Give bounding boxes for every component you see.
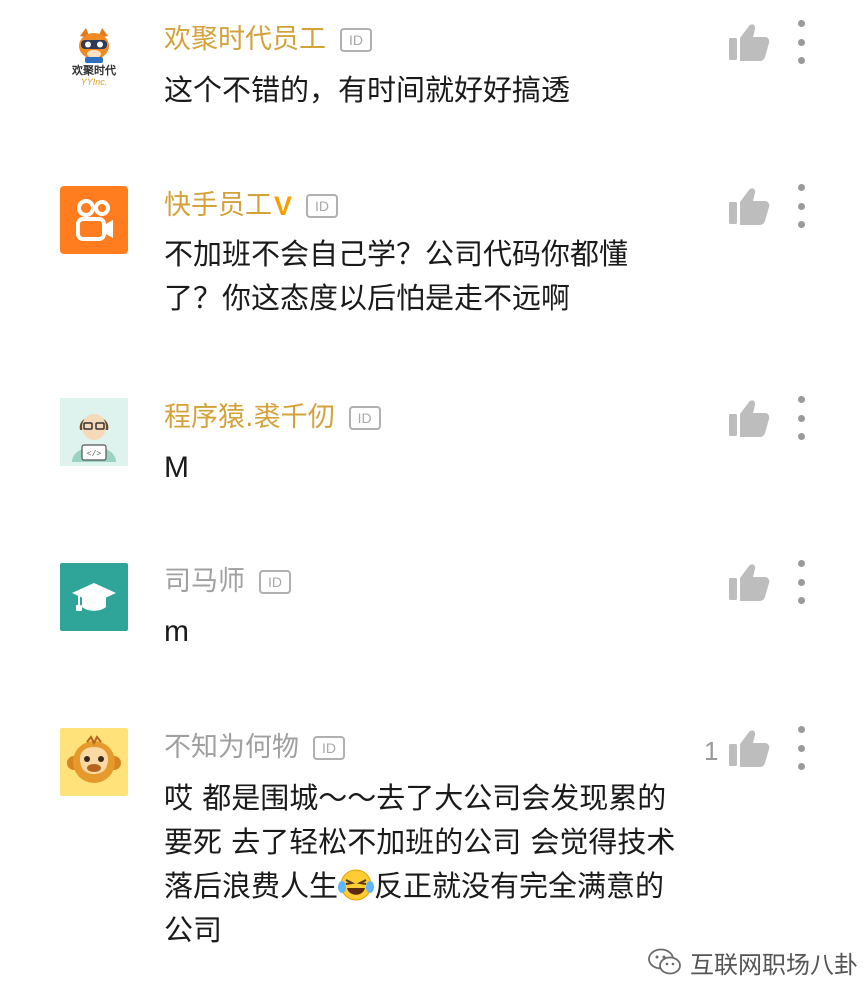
comment-fragment: 反正就没有完全满意的: [374, 869, 665, 903]
comment-text: 不加班不会自己学？公司代码你都懂 了？你这态度以后怕是走不远啊: [164, 232, 744, 320]
comment-header: 欢聚时代员工 ID: [164, 20, 372, 60]
comment-header: 程序猿.裘千仞 ID: [164, 398, 381, 438]
like-count: 1: [704, 736, 719, 766]
avatar[interactable]: 欢聚时代 YYInc.: [60, 22, 128, 90]
more-options-icon[interactable]: [794, 560, 808, 604]
comment-line: 哎 都是围城～～去了大公司会发现累的: [164, 781, 667, 815]
avatar[interactable]: </>: [60, 398, 128, 466]
comment-line: 要死 去了轻松不加班的公司 会觉得技术: [164, 825, 676, 859]
comment-text: m: [164, 615, 189, 648]
thumbs-up-icon[interactable]: [728, 22, 770, 62]
more-dot: [797, 202, 805, 210]
avatar-caption: 欢聚时代: [72, 63, 116, 77]
comment-fragment: 落后浪费人生: [164, 869, 339, 903]
username[interactable]: 欢聚时代员工: [164, 20, 326, 60]
more-dot: [797, 597, 805, 604]
comment-header: 快手员工 V ID: [164, 186, 339, 226]
id-badge: ID: [340, 28, 372, 52]
yy-company-logo-avatar-icon: [79, 27, 109, 63]
comment-text: M: [164, 451, 189, 484]
more-dot: [797, 184, 805, 191]
username[interactable]: 不知为何物: [164, 728, 299, 768]
more-options-icon[interactable]: [794, 20, 808, 64]
more-dot: [797, 396, 805, 403]
more-dot: [797, 20, 805, 27]
more-dot: [797, 560, 805, 567]
comment-line: 落后浪费人生 反正就没有完全满意的: [164, 864, 764, 908]
more-options-icon[interactable]: [794, 184, 808, 228]
more-dot: [797, 726, 805, 733]
id-badge: ID: [259, 570, 291, 594]
more-dot: [797, 763, 805, 770]
id-badge: ID: [313, 736, 345, 760]
thumbs-up-icon[interactable]: [728, 398, 770, 438]
comment-line: 不加班不会自己学？公司代码你都懂: [164, 237, 629, 271]
thumbs-up-icon[interactable]: [728, 562, 770, 602]
more-options-icon[interactable]: [794, 396, 808, 440]
comment-header: 不知为何物 ID: [164, 728, 345, 768]
comment-text: 哎 都是围城～～去了大公司会发现累的 要死 去了轻松不加班的公司 会觉得技术 落…: [164, 776, 764, 952]
username[interactable]: 程序猿.裘千仞: [164, 398, 335, 438]
avatar[interactable]: [60, 728, 128, 796]
more-dot: [797, 578, 805, 586]
avatar[interactable]: [60, 563, 128, 631]
watermark-text: 互联网职场八卦: [690, 950, 858, 979]
comment-text: 这个不错的，有时间就好好搞透: [164, 73, 571, 107]
id-badge: ID: [348, 406, 381, 430]
verified-badge: V: [274, 190, 293, 221]
more-options-icon[interactable]: [794, 726, 808, 770]
svg-text:</>: </>: [87, 450, 102, 459]
wechat-icon: [648, 948, 681, 975]
more-dot: [797, 221, 805, 228]
username[interactable]: 司马师: [164, 562, 245, 602]
comment-line: 了？你这态度以后怕是走不远啊: [164, 281, 571, 315]
more-dot: [797, 414, 805, 422]
laughing-tears-emoji-icon: [338, 869, 375, 901]
comment-header: 司马师 ID: [164, 562, 291, 602]
thumbs-up-icon[interactable]: [728, 186, 770, 226]
thumbs-up-icon[interactable]: [728, 728, 770, 768]
graduation-cap-avatar-icon: [72, 583, 116, 611]
more-dot: [797, 57, 805, 64]
monkey-avatar-icon: [67, 735, 121, 783]
avatar[interactable]: [60, 186, 128, 254]
programmer-avatar-icon: </>: [72, 414, 116, 462]
watermark: 互联网职场八卦: [648, 946, 858, 979]
more-dot: [797, 433, 805, 440]
avatar-caption-sub: YYInc.: [80, 76, 108, 87]
id-badge: ID: [306, 194, 339, 218]
username[interactable]: 快手员工: [164, 186, 272, 226]
more-dot: [797, 744, 805, 752]
kuaishou-logo-avatar-icon: [76, 199, 113, 241]
more-dot: [797, 38, 805, 46]
